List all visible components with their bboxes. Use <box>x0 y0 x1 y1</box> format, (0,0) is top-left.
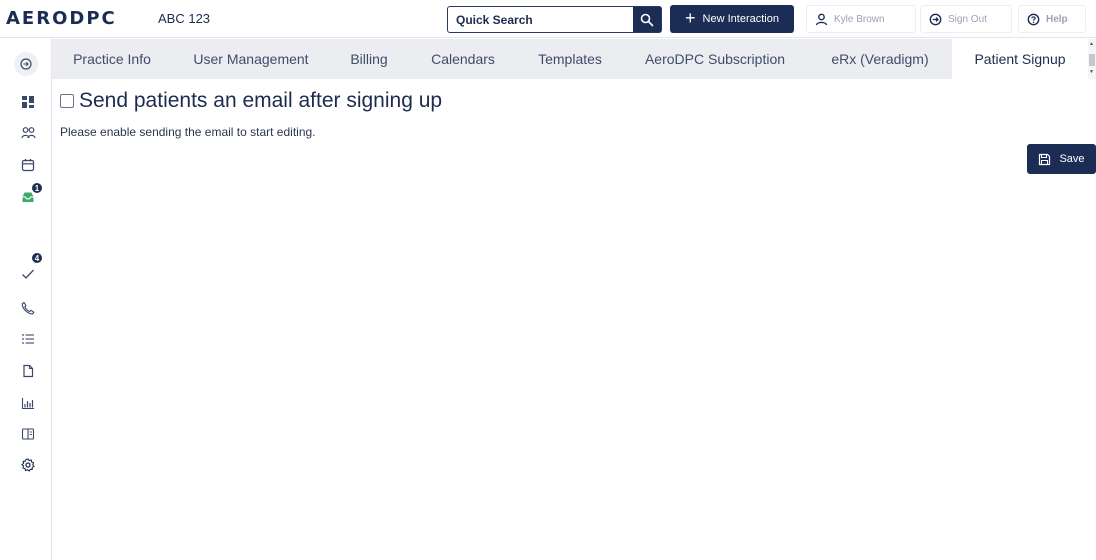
sidebar-item-documents[interactable] <box>19 362 37 380</box>
sign-out-button[interactable]: Sign Out <box>920 5 1012 33</box>
sidebar-item-patients[interactable] <box>19 124 37 142</box>
send-email-checkbox-label[interactable]: Send patients an email after signing up <box>79 89 442 113</box>
tab-aerodpc-subscription[interactable]: AeroDPC Subscription <box>622 39 808 79</box>
sign-out-label: Sign Out <box>948 13 987 25</box>
tab-user-management[interactable]: User Management <box>172 39 330 79</box>
user-name: Kyle Brown <box>834 13 885 25</box>
search-icon <box>640 13 654 26</box>
reports-chart-icon <box>21 398 34 410</box>
search-input[interactable]: Quick Search <box>448 7 633 32</box>
help-button[interactable]: Help <box>1018 5 1086 33</box>
tasks-count-badge: 4 <box>31 252 43 264</box>
send-email-option[interactable]: Send patients an email after signing up <box>60 89 442 113</box>
tab-templates[interactable]: Templates <box>518 39 622 79</box>
settings-gear-icon <box>21 458 35 472</box>
user-menu-button[interactable]: Kyle Brown <box>806 5 916 33</box>
sidebar-item-dashboard[interactable] <box>19 93 37 111</box>
tab-billing[interactable]: Billing <box>330 39 408 79</box>
sign-out-icon <box>929 13 942 25</box>
sidebar-toggle-button[interactable] <box>14 52 38 76</box>
patient-signup-panel: Send patients an email after signing up … <box>52 79 1096 560</box>
sidebar-item-inbox[interactable]: 1 <box>19 182 43 206</box>
send-email-checkbox[interactable] <box>60 94 74 108</box>
sidebar-item-reports[interactable] <box>19 394 37 412</box>
app-logo[interactable]: AERODPC <box>6 6 117 30</box>
sidebar-item-library[interactable] <box>19 425 37 443</box>
save-floppy-icon <box>1039 153 1051 165</box>
save-button[interactable]: Save <box>1027 144 1096 174</box>
editing-disabled-hint: Please enable sending the email to start… <box>60 125 316 139</box>
top-bar: AERODPC ABC 123 Quick Search + New Inter… <box>0 0 1096 38</box>
tab-patient-signup[interactable]: Patient Signup <box>952 39 1088 79</box>
scroll-up-icon[interactable]: ▲ <box>1089 42 1094 47</box>
scrollbar-thumb[interactable] <box>1089 54 1095 66</box>
sidebar-item-settings[interactable] <box>19 456 37 474</box>
calendar-icon <box>21 159 35 172</box>
sidebar-item-lists[interactable] <box>19 330 37 348</box>
patients-icon <box>20 127 36 139</box>
tab-calendars[interactable]: Calendars <box>408 39 518 79</box>
quick-search[interactable]: Quick Search <box>447 6 662 33</box>
search-button[interactable] <box>633 7 661 32</box>
help-icon <box>1027 13 1040 25</box>
sidebar-item-calendar[interactable] <box>19 156 37 174</box>
scroll-down-icon[interactable]: ▼ <box>1089 70 1094 75</box>
inbox-count-badge: 1 <box>31 182 43 194</box>
save-label: Save <box>1059 153 1085 165</box>
tabs-scrollbar[interactable]: ▲ ▼ <box>1088 39 1096 79</box>
tasks-check-icon <box>22 269 34 279</box>
new-interaction-label: New Interaction <box>702 13 779 25</box>
sidebar: 1 4 <box>0 39 52 560</box>
tab-practice-info[interactable]: Practice Info <box>52 39 172 79</box>
practice-name: ABC 123 <box>158 11 211 26</box>
book-icon <box>21 428 35 440</box>
plus-icon: + <box>685 8 696 28</box>
expand-arrow-icon <box>20 58 32 70</box>
new-interaction-button[interactable]: + New Interaction <box>670 5 794 33</box>
help-label: Help <box>1046 13 1068 25</box>
phone-icon <box>21 301 35 315</box>
sidebar-item-tasks[interactable]: 4 <box>19 252 43 283</box>
settings-tabs: Practice Info User Management Billing Ca… <box>52 39 1088 79</box>
list-icon <box>22 334 34 344</box>
dashboard-icon <box>22 96 34 108</box>
document-icon <box>23 364 34 378</box>
user-icon <box>815 13 828 25</box>
tab-erx-veradigm[interactable]: eRx (Veradigm) <box>808 39 952 79</box>
sidebar-item-calls[interactable] <box>19 299 37 317</box>
